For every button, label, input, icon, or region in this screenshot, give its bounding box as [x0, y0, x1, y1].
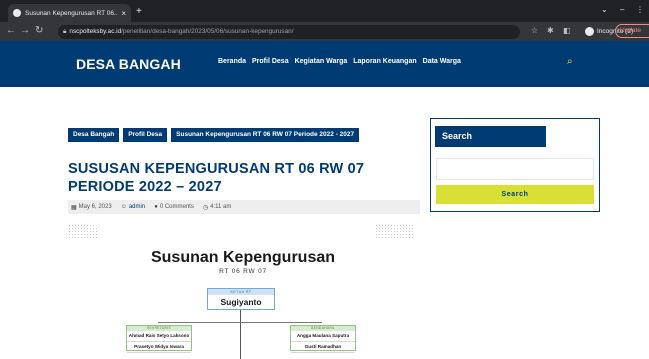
extensions-icon[interactable]: ✱ [547, 26, 554, 35]
decorative-dots [375, 224, 415, 238]
tab-close-icon[interactable]: × [121, 9, 126, 18]
tab-title: Susunan Kepengurusan RT 06... [25, 9, 119, 17]
reload-icon[interactable]: ↻ [35, 25, 43, 37]
breadcrumb-profil-desa[interactable]: Profil Desa [123, 128, 168, 142]
breadcrumb-current[interactable]: Susunan Kepengurusan RT 06 RW 07 Periode… [171, 128, 360, 142]
post-comments[interactable]: ● 0 Comments [154, 204, 194, 210]
star-icon[interactable]: ☆ [531, 26, 538, 35]
breadcrumb-desa-bangah[interactable]: Desa Bangah [68, 128, 120, 142]
new-tab-button[interactable]: + [136, 6, 142, 17]
update-button[interactable]: Update [615, 24, 649, 38]
nav-item-beranda[interactable]: Beranda [218, 58, 246, 65]
org-chart-subtitle: RT 06 RW 07 [219, 268, 267, 275]
search-button[interactable]: Search [436, 185, 594, 204]
side-panel-icon[interactable]: ◧ [563, 26, 571, 35]
favicon-icon [13, 9, 21, 17]
bendahara-name-1: Angga Maulana Saputra [291, 331, 355, 342]
org-connector-vertical [240, 310, 241, 359]
decorative-dots [68, 224, 98, 238]
user-icon: ☺ [120, 204, 127, 210]
nav-item-profil-desa[interactable]: Profil Desa [252, 58, 289, 65]
breadcrumb: Desa Bangah Profil Desa Susunan Kepengur… [68, 128, 360, 142]
post-time: ◷ 4:11 am [202, 204, 232, 211]
ketua-rt-box: KETUA RT Sugiyanto [207, 288, 275, 310]
bendahara-name-2: Gusti Ramadhan [291, 342, 355, 353]
post-author[interactable]: ☺ admin [121, 204, 145, 210]
site-logo[interactable]: DESA BANGAH [76, 56, 181, 72]
search-widget-title: Search [435, 126, 546, 147]
header-search-icon[interactable]: ⌕ [567, 56, 573, 67]
url-path: /penelitian/desa-bangah/2023/05/06/susun… [121, 28, 294, 35]
browser-tab[interactable]: Susunan Kepengurusan RT 06... × [8, 4, 131, 22]
post-meta: ▦ May 6, 2023 ☺ admin ● 0 Comments ◷ 4:11 am [68, 200, 420, 214]
nav-item-kegiatan-warga[interactable]: Kegiatan Warga [295, 58, 348, 65]
tab-search-icon[interactable]: ⌄ [601, 5, 608, 14]
incognito-icon [585, 27, 594, 36]
main-nav: Beranda Profil Desa Kegiatan Warga Lapor… [218, 58, 461, 65]
sekretaris-name-1: Ahmad Rais Setyo Laksono [127, 331, 191, 342]
search-input[interactable] [436, 158, 594, 180]
org-chart-title: Susunan Kepengurusan [150, 249, 336, 266]
lock-icon: 🔒︎ [63, 28, 67, 35]
address-toolbar: ← → ↻ 🔒︎ nscpolteksby.ac.id/penelitian/de… [0, 22, 649, 41]
ketua-name: Sugiyanto [220, 297, 262, 307]
bendahara-box: BENDAHARA Angga Maulana Saputra Gusti Ra… [290, 325, 356, 353]
post-title: SUSUSAN KEPENGURUSAN RT 06 RW 07 PERIODE… [68, 161, 365, 195]
browser-tab-strip: Susunan Kepengurusan RT 06... × + ⌄ – ⋮ [0, 0, 649, 22]
nav-item-data-warga[interactable]: Data Warga [423, 58, 461, 65]
comment-icon: ● [154, 204, 158, 210]
post-date[interactable]: ▦ May 6, 2023 [71, 204, 112, 211]
address-bar[interactable]: 🔒︎ nscpolteksby.ac.id/penelitian/desa-ban… [58, 25, 520, 39]
sekretaris-name-2: Prasetyo Widya Iswara [127, 342, 191, 353]
nav-item-laporan-keuangan[interactable]: Laporan Keuangan [353, 58, 416, 65]
clock-icon: ◷ [202, 204, 209, 211]
org-connector-horizontal [158, 322, 322, 323]
sekretaris-box: SEKRETARIS Ahmad Rais Setyo Laksono Pras… [126, 325, 192, 353]
minimize-icon[interactable]: – [620, 5, 624, 14]
calendar-icon: ▦ [71, 204, 77, 211]
url-host: nscpolteksby.ac.id [69, 28, 122, 35]
window-options-icon[interactable]: ⋮ [636, 5, 644, 14]
forward-icon[interactable]: → [20, 25, 30, 37]
back-icon[interactable]: ← [6, 25, 16, 37]
